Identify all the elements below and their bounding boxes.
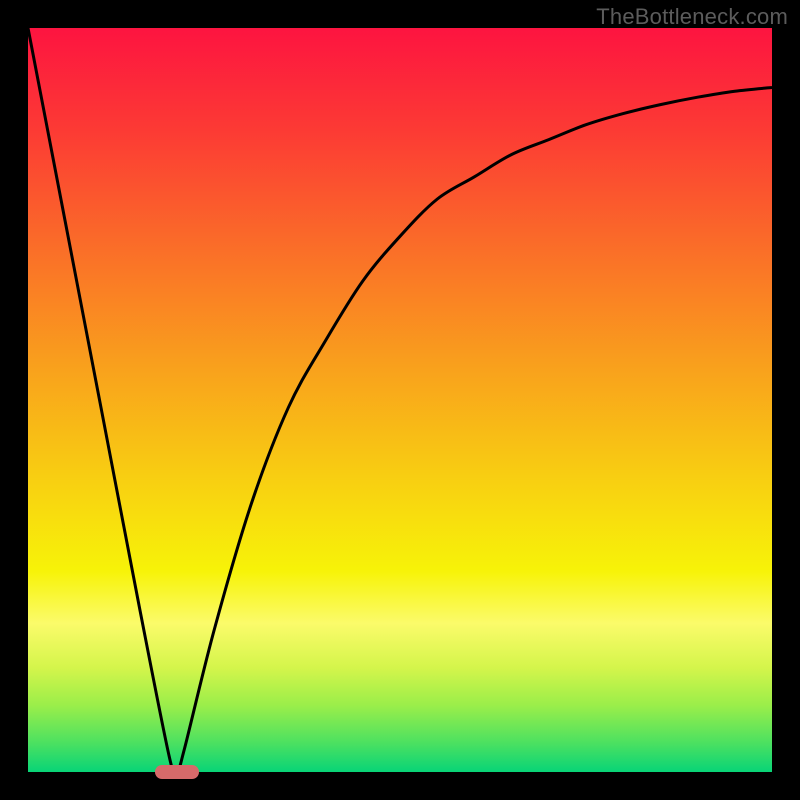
chart-frame: TheBottleneck.com bbox=[0, 0, 800, 800]
plot-svg bbox=[28, 28, 772, 772]
watermark-text: TheBottleneck.com bbox=[596, 4, 788, 30]
gradient-background bbox=[28, 28, 772, 772]
plot-area bbox=[28, 28, 772, 772]
optimum-marker bbox=[155, 765, 199, 779]
